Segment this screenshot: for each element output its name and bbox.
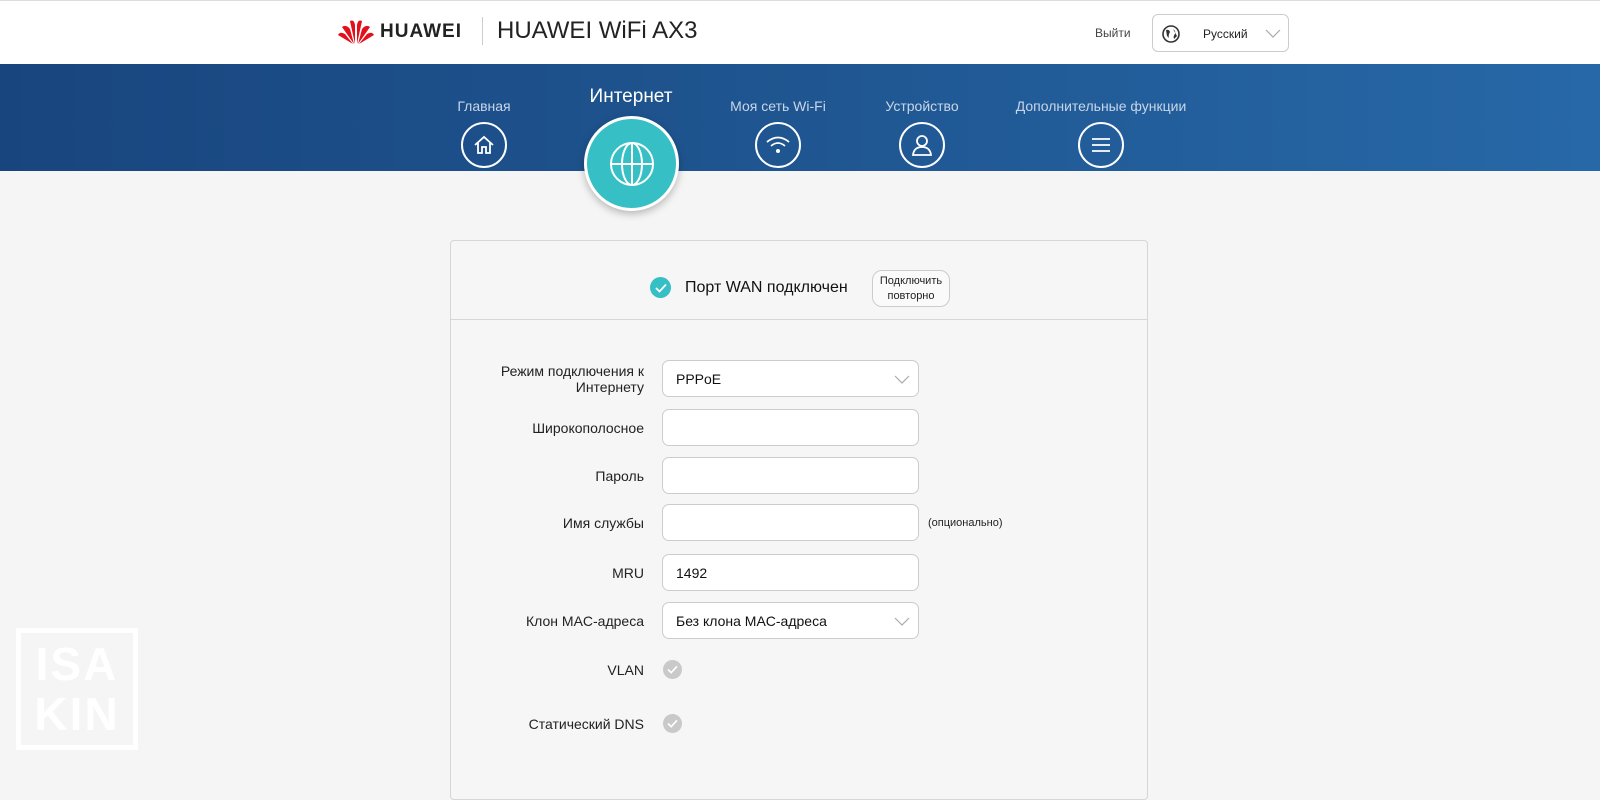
language-select[interactable]: Русский (1152, 14, 1289, 52)
huawei-logo: HUAWEI (338, 19, 462, 45)
reconnect-button[interactable]: Подключить повторно (872, 270, 950, 307)
optional-note: (опционально) (928, 517, 1003, 529)
nav-home-label: Главная (457, 98, 511, 114)
nav-more-label: Дополнительные функции (1015, 98, 1187, 114)
menu-icon (1078, 122, 1124, 168)
globe-icon (1162, 25, 1180, 43)
chevron-down-icon (894, 617, 910, 626)
watermark-logo: ISA KIN (16, 628, 138, 750)
service-name-row: Имя службы (опционально) (451, 504, 1149, 542)
password-input[interactable] (662, 457, 919, 494)
connection-mode-select[interactable]: PPPoE (662, 360, 919, 397)
mac-clone-select[interactable]: Без клона MAC-адреса (662, 602, 919, 639)
mac-clone-row: Клон MAC-адреса Без клона MAC-адреса (451, 602, 1149, 640)
nav-device-label: Устройство (885, 98, 959, 114)
chevron-down-icon (1265, 29, 1281, 38)
password-row: Пароль (451, 457, 1149, 495)
huawei-flower-icon (338, 20, 374, 44)
brand-name: HUAWEI (380, 21, 462, 42)
vlan-label: VLAN (607, 662, 644, 678)
user-icon (899, 122, 945, 168)
internet-settings-card: Порт WAN подключен Подключить повторно Р… (450, 240, 1148, 800)
nav-internet[interactable] (584, 116, 679, 211)
service-name-input[interactable] (662, 504, 919, 541)
mru-input[interactable] (662, 554, 919, 591)
mac-clone-value: Без клона MAC-адреса (676, 613, 827, 629)
chevron-down-icon (894, 375, 910, 384)
nav-band (0, 64, 1600, 171)
vlan-checkbox[interactable] (663, 660, 682, 679)
wan-status-text: Порт WAN подключен (685, 279, 848, 296)
broadband-account-input[interactable] (662, 409, 919, 446)
product-title: HUAWEI WiFi AX3 (497, 17, 698, 44)
mru-label: MRU (612, 565, 644, 581)
mac-clone-label: Клон MAC-адреса (526, 613, 644, 629)
wifi-icon (755, 122, 801, 168)
watermark-line1: ISA (35, 638, 119, 690)
connection-mode-row: Режим подключения к Интернету PPPoE (451, 360, 1149, 398)
language-value: Русский (1203, 27, 1248, 41)
static-dns-checkbox[interactable] (663, 714, 682, 733)
vlan-row: VLAN (451, 651, 1149, 689)
nav-wifi-label: Моя сеть Wi-Fi (730, 98, 826, 114)
logout-link[interactable]: Выйти (1095, 26, 1131, 40)
password-label: Пароль (595, 468, 644, 484)
static-dns-row: Статический DNS (451, 705, 1149, 743)
divider (482, 17, 483, 45)
watermark-line2: KIN (34, 688, 120, 740)
service-name-label: Имя службы (562, 515, 644, 531)
mru-row: MRU (451, 554, 1149, 592)
broadband-label: Широкополосное (532, 420, 644, 436)
connection-mode-value: PPPoE (676, 371, 722, 387)
connection-mode-label: Режим подключения к Интернету (500, 363, 644, 395)
broadband-row: Широкополосное (451, 409, 1149, 447)
globe-icon (609, 141, 654, 186)
top-header: HUAWEI HUAWEI WiFi AX3 Выйти Русский (0, 0, 1600, 64)
wan-status-bar: Порт WAN подключен Подключить повторно (451, 241, 1147, 320)
static-dns-label: Статический DNS (528, 716, 644, 732)
home-icon (461, 122, 507, 168)
check-icon (650, 277, 671, 298)
nav-internet-label[interactable]: Интернет (590, 86, 673, 108)
